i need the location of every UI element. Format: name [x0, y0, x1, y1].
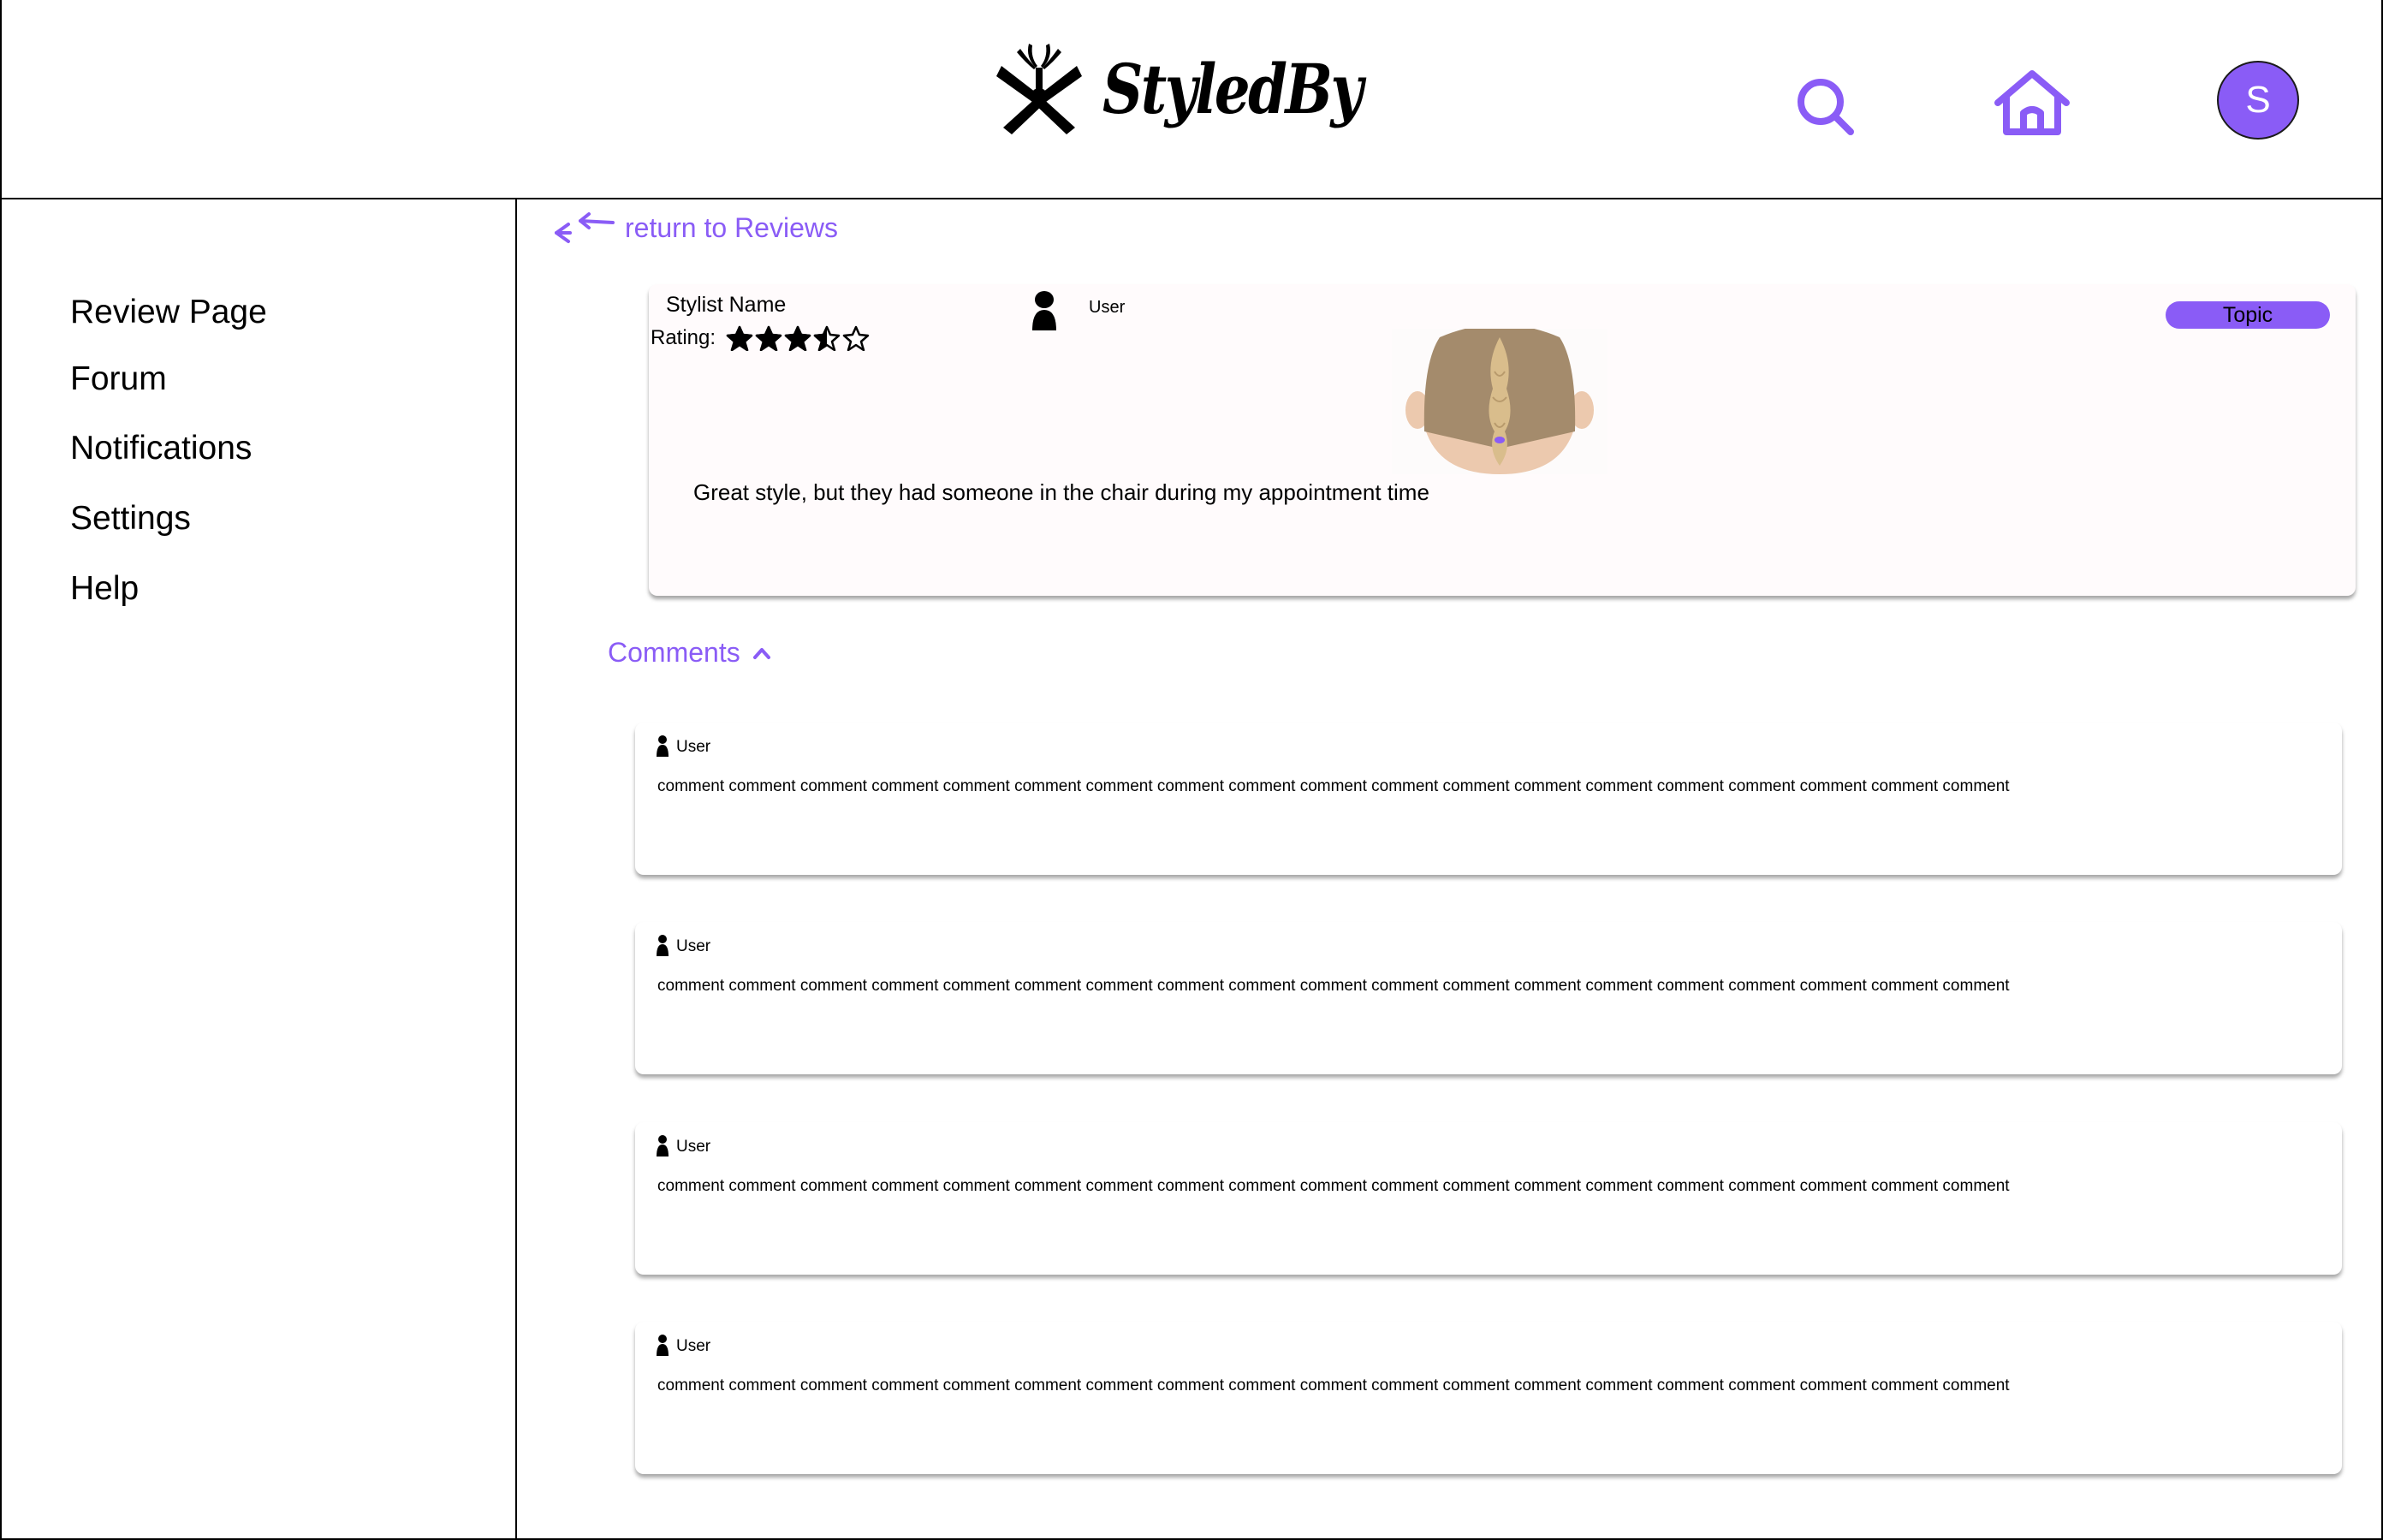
comment-card: User comment comment comment comment com… — [635, 722, 2342, 875]
braid-hairstyle-image — [1392, 329, 1607, 474]
sidebar-item-help[interactable]: Help — [70, 572, 139, 605]
sidebar-item-notifications[interactable]: Notifications — [70, 431, 252, 465]
search-button[interactable] — [1787, 68, 1864, 146]
star-icon — [784, 325, 811, 351]
header: StyledBy S — [0, 0, 2383, 199]
comment-author[interactable]: User — [656, 734, 710, 757]
home-icon — [1994, 70, 2070, 135]
user-icon — [1032, 291, 1056, 330]
user-icon — [657, 1135, 669, 1156]
logo[interactable]: StyledBy — [995, 38, 1418, 140]
back-arrow-icon — [555, 212, 615, 243]
search-icon — [1798, 79, 1854, 135]
comment-author-name: User — [676, 1138, 711, 1156]
review-author-name: User — [1089, 298, 1126, 317]
comment-author-name: User — [676, 1337, 711, 1355]
user-icon — [657, 735, 669, 757]
star-icon — [726, 325, 753, 351]
home-button[interactable] — [1988, 62, 2077, 144]
user-icon — [657, 935, 669, 956]
comment-text: comment comment comment comment comment … — [657, 1376, 2010, 1394]
comments-label: Comments — [608, 637, 740, 668]
comment-card: User comment comment comment comment com… — [635, 1122, 2342, 1275]
comment-card: User comment comment comment comment com… — [635, 922, 2342, 1074]
stylist-name[interactable]: Stylist Name — [666, 293, 786, 318]
return-to-reviews-link[interactable]: return to Reviews — [551, 211, 838, 245]
comb-scissors-icon — [996, 44, 1082, 134]
user-avatar[interactable]: S — [2217, 61, 2299, 140]
logo-text: StyledBy — [1102, 49, 1364, 129]
rating-row: Rating: — [651, 325, 870, 351]
sidebar-item-settings[interactable]: Settings — [70, 502, 191, 535]
comment-text: comment comment comment comment comment … — [657, 977, 2010, 995]
topic-badge[interactable]: Topic — [2166, 301, 2330, 329]
comment-author-name: User — [676, 738, 711, 756]
comment-author[interactable]: User — [656, 1134, 710, 1156]
sidebar-item-forum[interactable]: Forum — [70, 362, 167, 395]
user-icon — [657, 1335, 669, 1356]
comment-author[interactable]: User — [656, 1334, 710, 1356]
comment-author-name: User — [676, 937, 711, 955]
comment-card: User comment comment comment comment com… — [635, 1322, 2342, 1474]
star-icon — [813, 325, 841, 351]
sidebar-item-review-page[interactable]: Review Page — [70, 295, 267, 329]
chevron-up-icon — [752, 647, 770, 659]
review-text: Great style, but they had someone in the… — [693, 479, 1429, 505]
return-link-label: return to Reviews — [625, 211, 838, 243]
rating-stars — [726, 325, 870, 351]
comment-text: comment comment comment comment comment … — [657, 777, 2010, 795]
star-icon — [755, 325, 782, 351]
comment-author[interactable]: User — [656, 934, 710, 956]
sidebar: Review Page Forum Notifications Settings… — [0, 199, 517, 1540]
review-card: Stylist Name Rating: User Topic Great st… — [649, 284, 2356, 596]
review-author[interactable]: User — [1031, 291, 1125, 330]
rating-label: Rating: — [651, 326, 716, 349]
comments-toggle[interactable]: Comments — [608, 637, 771, 669]
comment-text: comment comment comment comment comment … — [657, 1177, 2010, 1195]
star-icon — [842, 325, 870, 351]
